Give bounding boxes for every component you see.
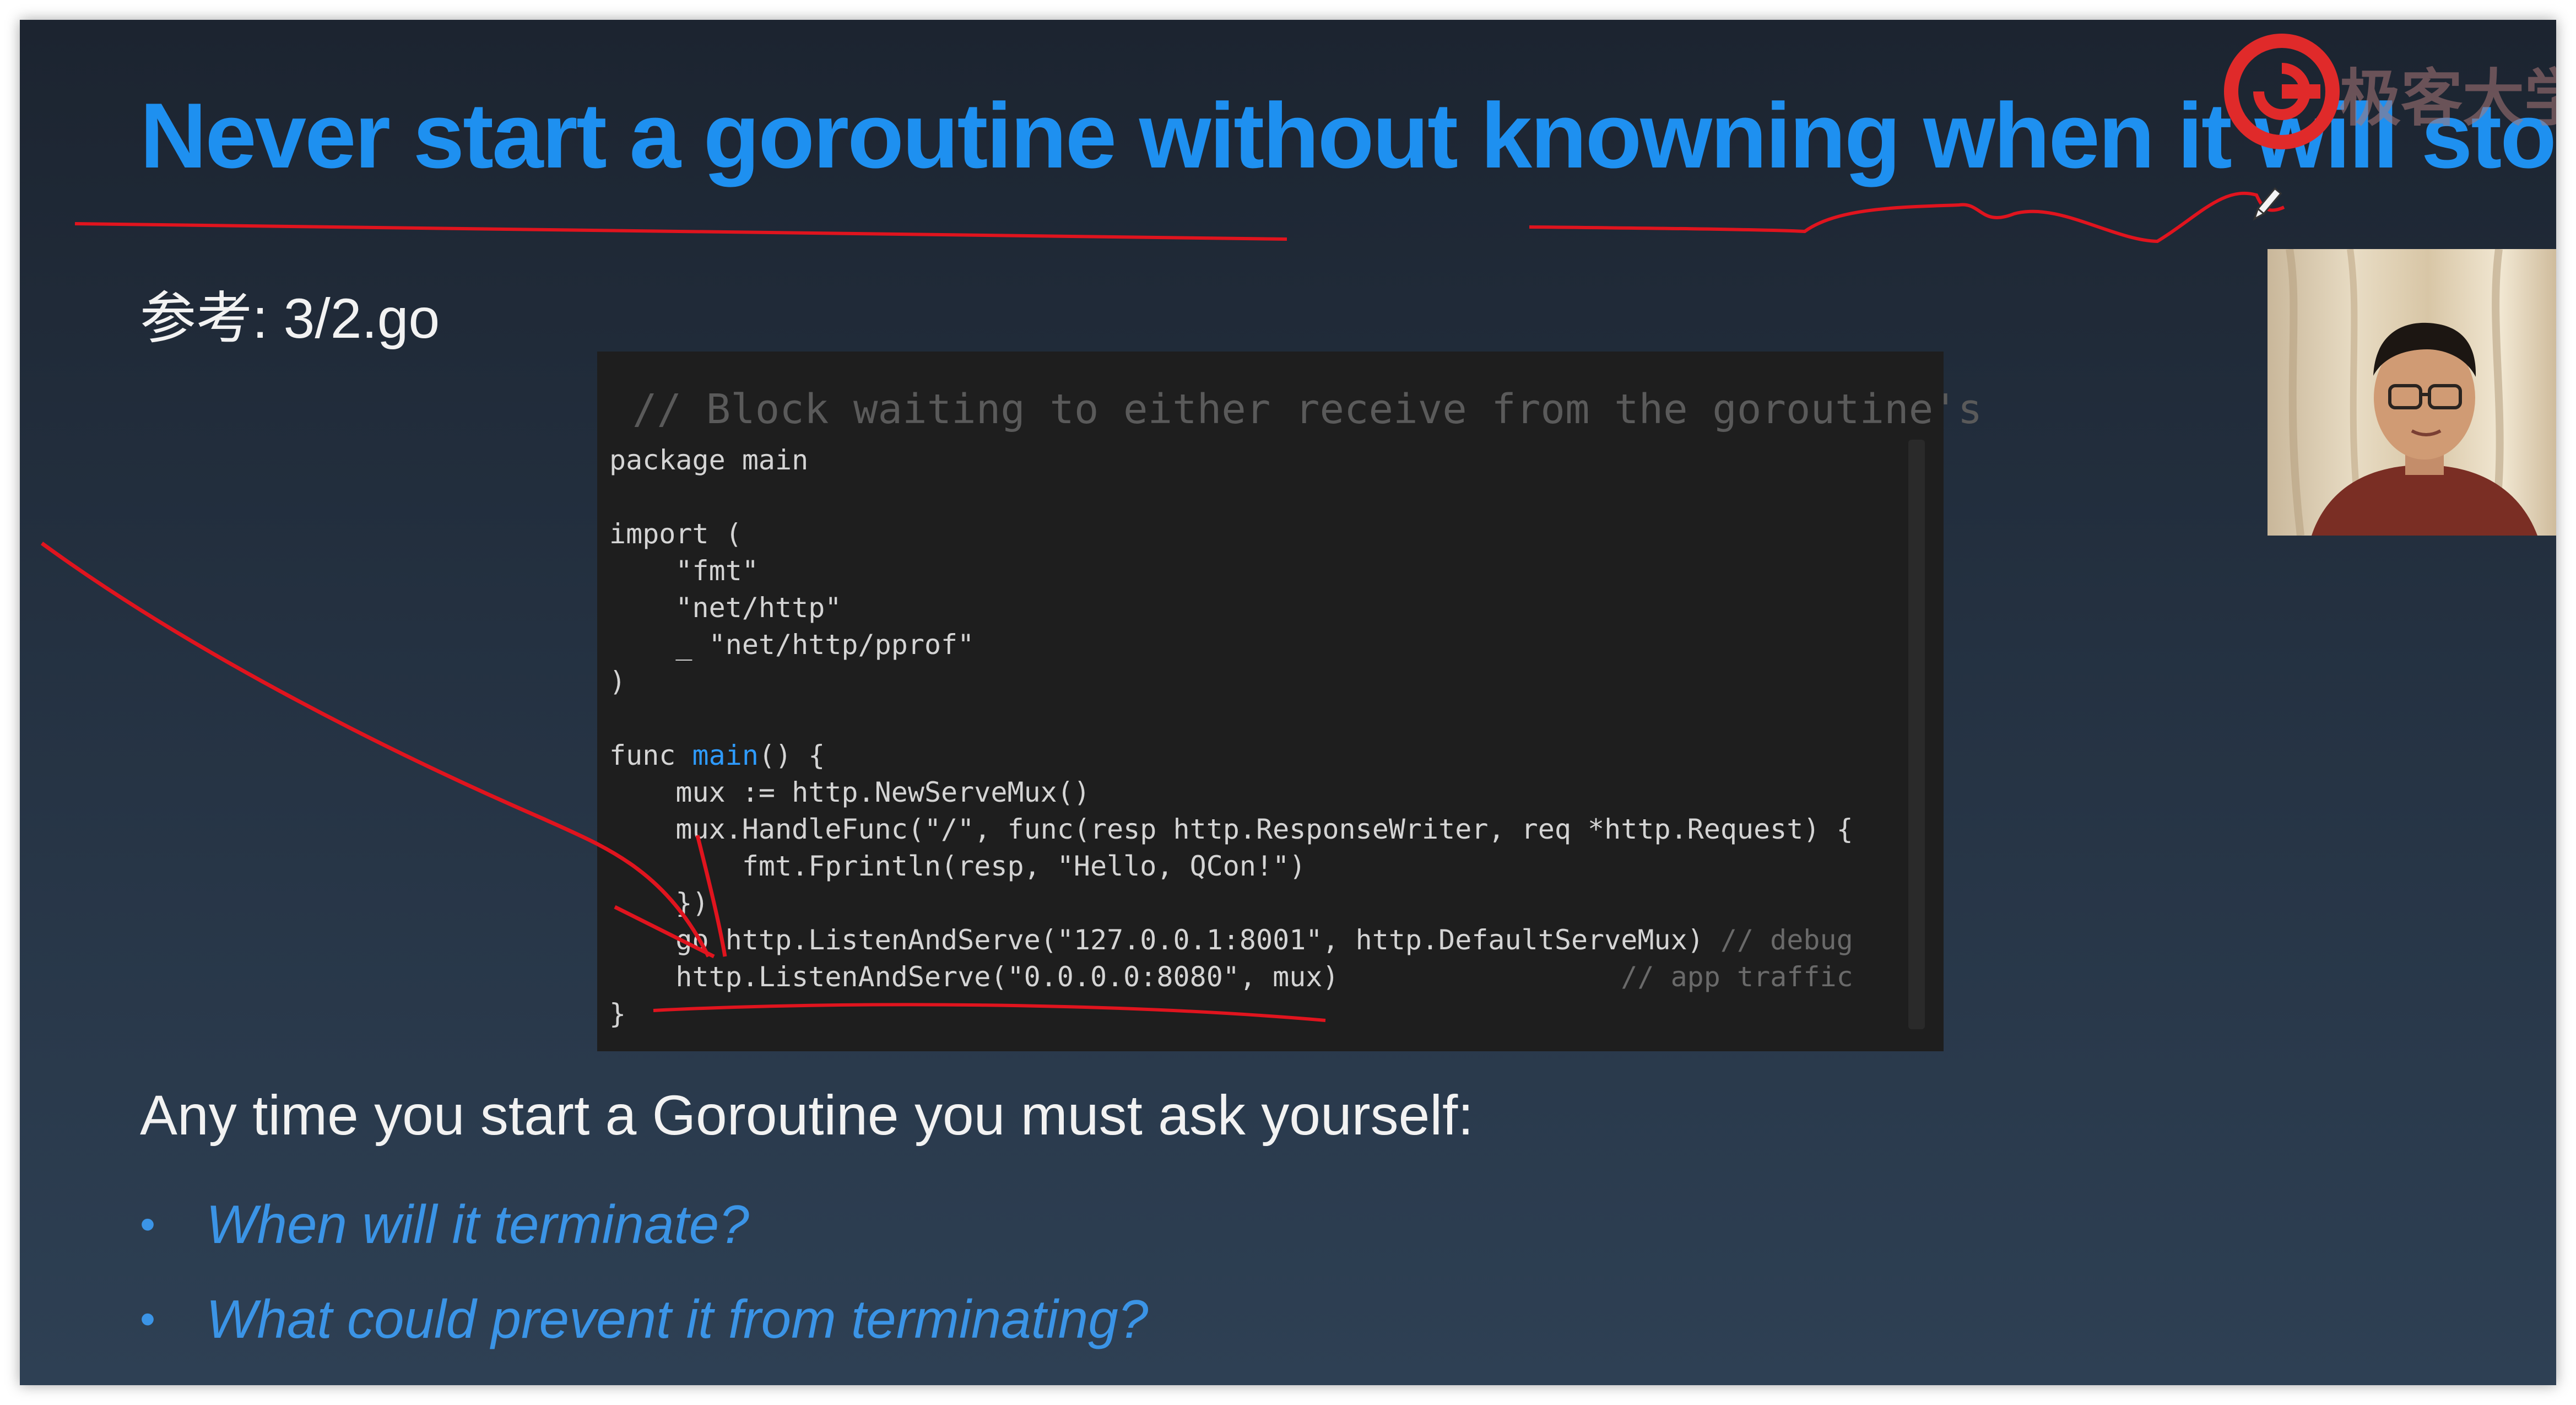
code-token: fmt.Fprintln(resp, "Hello, QCon!") — [609, 850, 1306, 882]
code-line: "fmt" — [609, 553, 1853, 590]
code-line: "net/http" — [609, 590, 1853, 626]
code-token: "fmt" — [609, 555, 759, 587]
bullet-item: • When will it terminate? — [140, 1177, 1148, 1272]
title-underline-right — [1529, 191, 2285, 244]
code-token: () { — [758, 739, 825, 771]
code-line: go http.ListenAndServe("127.0.0.1:8001",… — [609, 922, 1853, 959]
code-keyword: main — [692, 739, 759, 771]
logo-text: 极客大学 — [2339, 64, 2556, 133]
bullet-list: • When will it terminate? • What could pre… — [140, 1177, 1148, 1366]
code-comment: // debug — [1720, 924, 1853, 956]
code-token: mux := http.NewServeMux() — [609, 776, 1090, 808]
code-token: import ( — [609, 518, 742, 550]
code-comment: // app traffic — [1621, 961, 1853, 993]
presenter-figure — [2286, 249, 2537, 536]
code-token: mux.HandleFunc("/", func(resp http.Respo… — [609, 813, 1853, 845]
code-token: func — [609, 739, 692, 771]
code-token: http.ListenAndServe("0.0.0.0:8080", mux) — [609, 961, 1621, 993]
code-line: import ( — [609, 516, 1853, 553]
code-block: // Block waiting to either receive from … — [597, 352, 1982, 1051]
code-token: } — [609, 998, 626, 1030]
bullet-text: When will it terminate? — [206, 1194, 749, 1255]
code-line: package main — [609, 442, 1853, 479]
bullet-dot: • — [140, 1294, 156, 1343]
code-line: } — [609, 996, 1853, 1033]
code-line: http.ListenAndServe("0.0.0.0:8080", mux)… — [609, 959, 1853, 996]
slide-title: Never start a goroutine without knowning… — [140, 84, 2556, 187]
code-line: mux.HandleFunc("/", func(resp http.Respo… — [609, 811, 1853, 848]
code-line: func main() { — [609, 737, 1853, 774]
code-token: "net/http" — [609, 592, 842, 624]
code-token: }) — [609, 887, 709, 919]
title-underline-left — [74, 222, 1287, 241]
bullet-text: What could prevent it from terminating? — [206, 1289, 1149, 1349]
code-scrollbar[interactable] — [1908, 440, 1925, 1029]
bullet-dot: • — [140, 1199, 156, 1249]
code-token: _ "net/http/pprof" — [609, 629, 975, 661]
webcam-presenter — [2267, 249, 2556, 536]
code-line: mux := http.NewServeMux() — [609, 774, 1853, 811]
lead-question: Any time you start a Goroutine you must … — [140, 1084, 1474, 1147]
code-token: ) — [609, 666, 626, 698]
code-body: package main import ( "fmt" "net/http" _ … — [609, 442, 1853, 1033]
pen-cursor-icon — [2253, 187, 2282, 221]
code-header-comment: // Block waiting to either receive from … — [632, 386, 1983, 433]
bullet-item: • What could prevent it from terminating? — [140, 1272, 1148, 1366]
code-line: fmt.Fprintln(resp, "Hello, QCon!") — [609, 848, 1853, 885]
code-line: _ "net/http/pprof" — [609, 626, 1853, 663]
code-token: package main — [609, 444, 809, 476]
code-line: }) — [609, 885, 1853, 922]
code-line: ) — [609, 663, 1853, 700]
slide: Never start a goroutine without knowning… — [20, 20, 2556, 1385]
reference-label: 参考: 3/2.go — [140, 287, 440, 350]
code-token: go http.ListenAndServe("127.0.0.1:8001",… — [609, 924, 1720, 956]
